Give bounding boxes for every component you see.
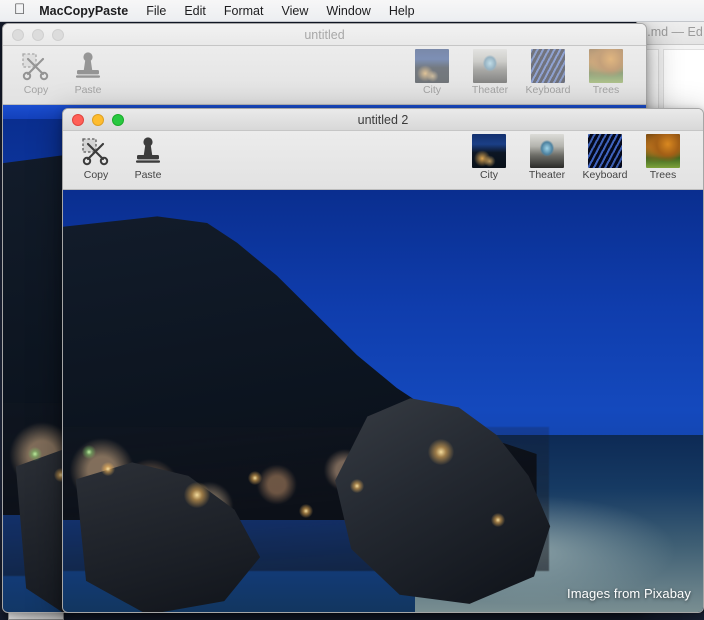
zoom-button[interactable] <box>112 113 124 126</box>
thumbnail-theater[interactable]: Theater <box>464 48 516 96</box>
thumbnail-theater-label: Theater <box>471 84 509 96</box>
traffic-lights-inactive[interactable] <box>3 28 64 41</box>
thumbnail-keyboard[interactable]: Keyboard <box>579 133 631 181</box>
window-untitled-toolbar: Copy Paste City Theater Keyboard Trees <box>3 46 646 105</box>
thumbnail-city-label: City <box>422 84 442 96</box>
menu-item-app[interactable]: MacCopyPaste <box>39 0 137 22</box>
thumbnail-keyboard-label: Keyboard <box>582 169 628 181</box>
copy-button-label: Copy <box>23 84 49 96</box>
paste-button[interactable]: Paste <box>125 133 171 181</box>
thumbnail-trees-label: Trees <box>592 84 620 96</box>
paste-button[interactable]: Paste <box>65 48 111 96</box>
copy-button[interactable]: Copy <box>13 48 59 96</box>
window-untitled-2[interactable]: untitled 2 Copy Paste City Theater Keybo… <box>62 108 704 613</box>
theater-thumbnail-icon <box>530 133 564 169</box>
close-button[interactable] <box>12 28 24 41</box>
thumbnail-theater[interactable]: Theater <box>521 133 573 181</box>
toolbar-actions-group: Copy Paste <box>73 133 171 181</box>
thumbnail-keyboard[interactable]: Keyboard <box>522 48 574 96</box>
menu-item-window[interactable]: Window <box>317 0 379 22</box>
thumbnail-keyboard-label: Keyboard <box>525 84 571 96</box>
menu-bar[interactable]:  MacCopyPaste File Edit Format View Win… <box>0 0 704 22</box>
menu-item-view[interactable]: View <box>272 0 317 22</box>
toolbar-thumbnails-group: City Theater Keyboard Trees <box>463 133 693 181</box>
close-button[interactable] <box>72 113 84 126</box>
traffic-lights-active[interactable] <box>63 113 124 126</box>
editor-window-title: x.md — Ed <box>637 19 704 45</box>
city-thumbnail-icon <box>472 133 506 169</box>
stamp-icon <box>133 133 163 169</box>
apple-logo-icon[interactable]:  <box>14 2 25 17</box>
paste-button-label: Paste <box>134 169 162 181</box>
window-untitled-2-photo[interactable]: Images from Pixabay <box>63 190 703 612</box>
stamp-icon <box>73 48 103 84</box>
window-untitled-2-title: untitled 2 <box>357 112 409 127</box>
keyboard-thumbnail-icon <box>588 133 622 169</box>
copy-button-label: Copy <box>83 169 109 181</box>
paste-button-label: Paste <box>74 84 102 96</box>
menu-item-file[interactable]: File <box>137 0 175 22</box>
minimize-button[interactable] <box>32 28 44 41</box>
thumbnail-city[interactable]: City <box>406 48 458 96</box>
theater-thumbnail-icon <box>473 48 507 84</box>
menu-item-help[interactable]: Help <box>380 0 424 22</box>
thumbnail-city-label: City <box>479 169 499 181</box>
window-untitled-titlebar[interactable]: untitled <box>3 24 646 46</box>
copy-button[interactable]: Copy <box>73 133 119 181</box>
trees-thumbnail-icon <box>646 133 680 169</box>
trees-thumbnail-icon <box>589 48 623 84</box>
minimize-button[interactable] <box>92 113 104 126</box>
thumbnail-city[interactable]: City <box>463 133 515 181</box>
city-thumbnail-icon <box>415 48 449 84</box>
scissors-icon <box>81 133 111 169</box>
zoom-button[interactable] <box>52 28 64 41</box>
keyboard-thumbnail-icon <box>531 48 565 84</box>
thumbnail-trees-label: Trees <box>649 169 677 181</box>
menu-item-format[interactable]: Format <box>215 0 273 22</box>
scissors-icon <box>21 48 51 84</box>
thumbnail-trees[interactable]: Trees <box>637 133 689 181</box>
photo-watermark: Images from Pixabay <box>566 586 691 601</box>
toolbar-actions-group: Copy Paste <box>13 48 111 96</box>
window-untitled-2-titlebar[interactable]: untitled 2 <box>63 109 703 131</box>
window-untitled-title: untitled <box>304 27 345 42</box>
thumbnail-theater-label: Theater <box>528 169 566 181</box>
thumbnail-trees[interactable]: Trees <box>580 48 632 96</box>
window-untitled-2-toolbar: Copy Paste City Theater Keyboard Trees <box>63 131 703 190</box>
menu-item-edit[interactable]: Edit <box>175 0 215 22</box>
toolbar-thumbnails-group: City Theater Keyboard Trees <box>406 48 636 96</box>
